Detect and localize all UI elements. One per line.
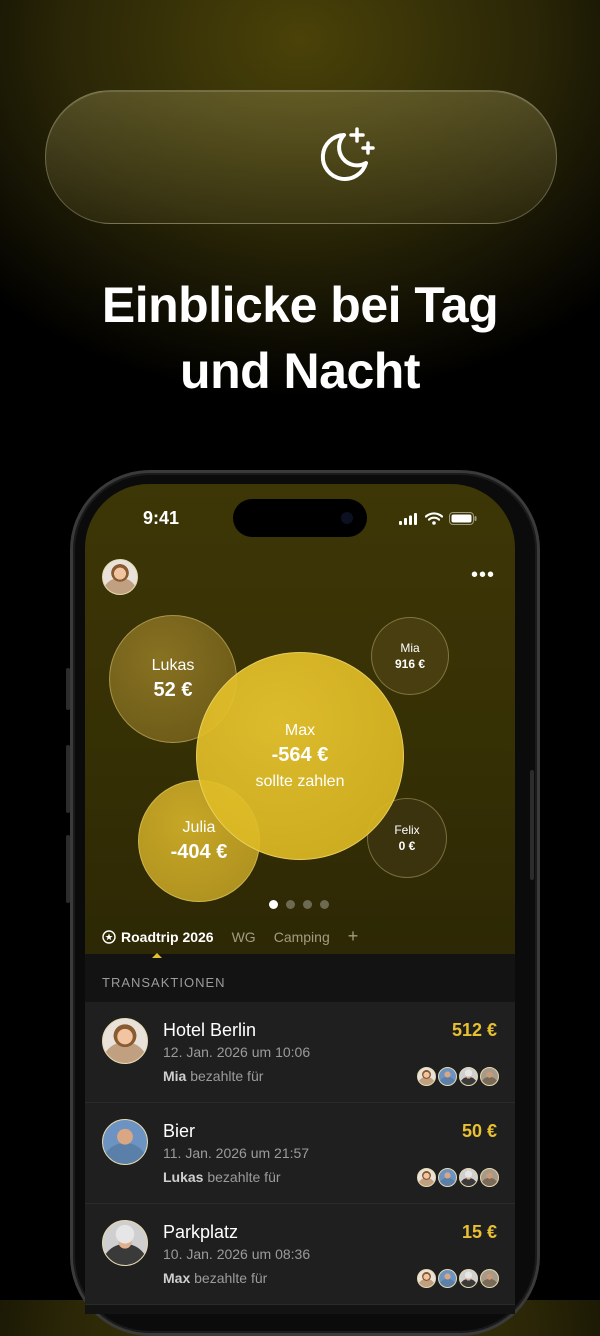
transaction-amount: 15 € — [461, 1222, 497, 1242]
transaction-row[interactable]: Bier 11. Jan. 2026 um 21:57 Lukas bezahl… — [85, 1103, 515, 1204]
participant-avatar — [438, 1269, 457, 1288]
wifi-icon — [425, 512, 443, 525]
bubble-amount: 916 € — [394, 657, 426, 671]
transaction-amount: 50 € — [461, 1121, 497, 1141]
payer-avatar — [102, 1018, 148, 1064]
headline: Einblicke bei Tag und Nacht — [0, 272, 600, 404]
participant-avatar — [480, 1067, 499, 1086]
bubble-subtitle: sollte zahlen — [255, 772, 345, 790]
payer-name: Mia — [163, 1068, 187, 1084]
balance-overview: 9:41 ••• Lukas 52 € Mia 916 € Julia -404… — [85, 484, 515, 958]
participant-avatar — [417, 1269, 436, 1288]
transaction-date: 12. Jan. 2026 um 10:06 — [163, 1044, 311, 1060]
more-options-icon[interactable]: ••• — [471, 564, 495, 587]
signal-icon — [399, 512, 417, 525]
headline-line-1: Einblicke bei Tag — [101, 277, 499, 333]
participant-avatar — [438, 1168, 457, 1187]
star-circle-icon — [102, 929, 116, 944]
status-time: 9:41 — [143, 508, 180, 528]
headline-line-2: und Nacht — [180, 343, 420, 399]
page-dot-1[interactable] — [269, 900, 278, 909]
profile-avatar[interactable] — [102, 559, 138, 595]
participant-avatar — [459, 1168, 478, 1187]
bubble-name: Lukas — [151, 656, 195, 674]
phone-power-button — [530, 770, 534, 880]
transaction-title: Parkplatz — [163, 1222, 239, 1242]
add-group-button[interactable]: + — [348, 926, 359, 947]
group-tabs: Roadtrip 2026 WG Camping + — [102, 926, 359, 958]
active-tab-indicator — [152, 952, 162, 958]
payer-name: Max — [163, 1270, 191, 1286]
phone-volume-up-button — [66, 745, 70, 813]
payer-suffix: bezahlte für — [186, 1068, 264, 1084]
participant-avatars — [417, 1269, 499, 1288]
battery-icon — [449, 512, 477, 525]
bubble-amount: -404 € — [170, 840, 228, 863]
bubble-name: Max — [284, 721, 316, 739]
transaction-title: Bier — [163, 1121, 196, 1141]
bubble-amount: -564 € — [271, 743, 329, 766]
participant-avatars — [417, 1067, 499, 1086]
participant-avatar — [459, 1067, 478, 1086]
transaction-list: Hotel Berlin 12. Jan. 2026 um 10:06 Mia … — [85, 1002, 515, 1305]
dynamic-island — [233, 499, 367, 537]
bubble-amount: 0 € — [398, 839, 416, 853]
camera-icon — [341, 512, 353, 524]
bubble-name: Felix — [394, 823, 420, 837]
bubble-max[interactable]: Max -564 € sollte zahlen — [196, 652, 404, 860]
status-icons — [399, 512, 477, 525]
transaction-title: Hotel Berlin — [163, 1020, 257, 1040]
transaction-row[interactable]: Parkplatz 10. Jan. 2026 um 08:36 Max bez… — [85, 1204, 515, 1305]
page-dot-3[interactable] — [303, 900, 312, 909]
participant-avatars — [417, 1168, 499, 1187]
transaction-payer: Lukas bezahlte für — [163, 1169, 281, 1185]
participant-avatar — [417, 1067, 436, 1086]
payer-avatar — [102, 1119, 148, 1165]
participant-avatar — [417, 1168, 436, 1187]
page-indicator — [269, 900, 329, 909]
tab-wg[interactable]: WG — [232, 929, 256, 945]
transaction-date: 11. Jan. 2026 um 21:57 — [163, 1145, 310, 1161]
transaction-payer: Mia bezahlte für — [163, 1068, 263, 1084]
transaction-amount: 512 € — [451, 1020, 497, 1040]
payer-name: Lukas — [163, 1169, 204, 1185]
bubble-name: Julia — [182, 818, 216, 836]
participant-avatar — [438, 1067, 457, 1086]
page-dot-4[interactable] — [320, 900, 329, 909]
tab-roadtrip-2026[interactable]: Roadtrip 2026 — [102, 928, 214, 958]
transaction-payer: Max bezahlte für — [163, 1270, 267, 1286]
bubble-name: Mia — [400, 641, 420, 655]
phone-screen: 9:41 ••• Lukas 52 € Mia 916 € Julia -404… — [85, 484, 515, 1314]
transaction-date: 10. Jan. 2026 um 08:36 — [163, 1246, 311, 1262]
payer-avatar — [102, 1220, 148, 1266]
participant-avatar — [480, 1168, 499, 1187]
phone-side-button — [66, 668, 70, 710]
payer-suffix: bezahlte für — [190, 1270, 268, 1286]
tab-camping[interactable]: Camping — [274, 929, 330, 945]
bubble-amount: 52 € — [153, 678, 193, 701]
page-dot-2[interactable] — [286, 900, 295, 909]
tab-label: Roadtrip 2026 — [121, 928, 214, 945]
moon-stars-icon — [320, 127, 375, 181]
participant-avatar — [480, 1269, 499, 1288]
phone-volume-down-button — [66, 835, 70, 903]
transactions-heading: TRANSAKTIONEN — [102, 975, 226, 990]
participant-avatar — [459, 1269, 478, 1288]
theme-toggle-pill[interactable] — [45, 90, 557, 224]
transaction-row[interactable]: Hotel Berlin 12. Jan. 2026 um 10:06 Mia … — [85, 1002, 515, 1103]
payer-suffix: bezahlte für — [203, 1169, 281, 1185]
bubble-mia[interactable]: Mia 916 € — [371, 617, 449, 695]
